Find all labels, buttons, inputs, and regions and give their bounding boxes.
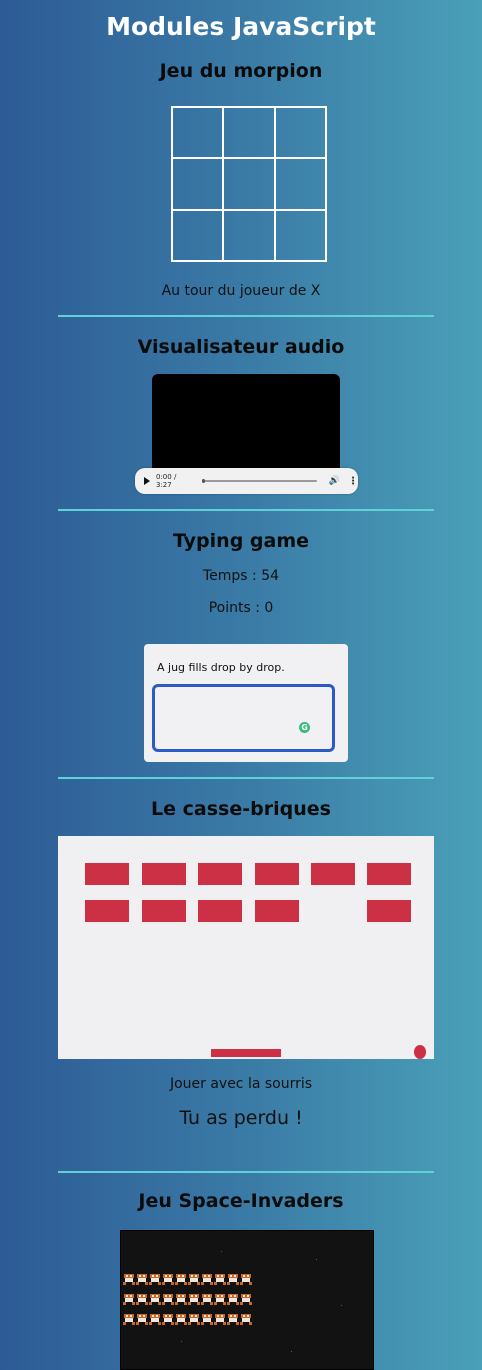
star: [341, 1305, 342, 1306]
invader-icon: [149, 1273, 161, 1285]
brick: [142, 863, 186, 885]
typing-card: A jug fills drop by drop. G: [144, 644, 348, 762]
invader-icon: [188, 1273, 200, 1285]
morpion-cell[interactable]: [273, 106, 327, 160]
morpion-cell[interactable]: [171, 157, 225, 211]
morpion-cell[interactable]: [273, 208, 327, 262]
audio-title: Visualisateur audio: [137, 336, 345, 358]
morpion-cell[interactable]: [273, 157, 327, 211]
audio-time: 0:00 / 3:27: [156, 473, 177, 489]
invader-icon: [227, 1313, 239, 1325]
morpion-cell[interactable]: [171, 106, 225, 160]
section-divider: [58, 1171, 434, 1173]
invader-icon: [162, 1313, 174, 1325]
grammarly-icon[interactable]: G: [299, 722, 310, 733]
invader-icon: [240, 1313, 252, 1325]
invader-icon: [162, 1273, 174, 1285]
typing-time: Temps : 54: [202, 568, 280, 584]
audio-visualizer-canvas: [152, 374, 340, 474]
star: [221, 1251, 222, 1252]
morpion-board: [171, 106, 327, 262]
play-icon[interactable]: [144, 477, 150, 485]
morpion-cell[interactable]: [171, 208, 225, 262]
invader-row: [123, 1293, 252, 1305]
brick: [85, 900, 129, 922]
invader-icon: [214, 1273, 226, 1285]
more-options-icon[interactable]: ⋮: [348, 476, 358, 487]
invaders-canvas[interactable]: [120, 1230, 374, 1370]
morpion-cell[interactable]: [222, 208, 276, 262]
morpion-title: Jeu du morpion: [159, 60, 323, 82]
invader-row: [123, 1273, 252, 1285]
section-divider: [58, 509, 434, 511]
invader-icon: [240, 1293, 252, 1305]
invader-icon: [188, 1313, 200, 1325]
invader-icon: [123, 1313, 135, 1325]
invader-icon: [201, 1313, 213, 1325]
section-divider: [58, 315, 434, 317]
breakout-result: Tu as perdu !: [179, 1107, 303, 1129]
star: [181, 1341, 182, 1342]
invader-icon: [123, 1293, 135, 1305]
invaders-title: Jeu Space-Invaders: [138, 1190, 344, 1212]
brick: [142, 900, 186, 922]
brick: [198, 863, 242, 885]
invader-icon: [214, 1293, 226, 1305]
invader-icon: [149, 1313, 161, 1325]
morpion-status: Au tour du joueur de X: [161, 283, 321, 299]
star: [316, 1259, 317, 1260]
invader-icon: [136, 1273, 148, 1285]
invader-icon: [175, 1313, 187, 1325]
invader-icon: [136, 1293, 148, 1305]
invader-icon: [227, 1273, 239, 1285]
typing-title: Typing game: [172, 530, 310, 552]
brick: [367, 900, 411, 922]
page-title: Modules JavaScript: [106, 12, 376, 41]
audio-player[interactable]: 0:00 / 3:27 🔊 ⋮: [135, 468, 358, 494]
invader-icon: [149, 1293, 161, 1305]
typing-sentence: A jug fills drop by drop.: [157, 661, 285, 674]
audio-progress-slider[interactable]: [202, 479, 317, 483]
invader-icon: [123, 1273, 135, 1285]
breakout-ball: [414, 1045, 426, 1059]
invader-icon: [201, 1293, 213, 1305]
typing-points: Points : 0: [208, 600, 274, 616]
brick: [311, 863, 355, 885]
brick: [255, 863, 299, 885]
morpion-cell[interactable]: [222, 157, 276, 211]
brick: [85, 863, 129, 885]
typing-input[interactable]: G: [152, 684, 335, 752]
breakout-paddle: [211, 1049, 281, 1057]
invader-icon: [175, 1293, 187, 1305]
breakout-instruction: Jouer avec la sourris: [169, 1076, 313, 1092]
brick: [255, 900, 299, 922]
invader-icon: [136, 1313, 148, 1325]
brick: [198, 900, 242, 922]
invader-icon: [188, 1293, 200, 1305]
invader-icon: [240, 1273, 252, 1285]
invader-icon: [201, 1273, 213, 1285]
breakout-title: Le casse-briques: [151, 798, 331, 820]
invader-icon: [227, 1293, 239, 1305]
brick: [367, 863, 411, 885]
breakout-canvas[interactable]: [58, 836, 434, 1059]
invader-icon: [162, 1293, 174, 1305]
star: [291, 1351, 292, 1352]
morpion-cell[interactable]: [222, 106, 276, 160]
section-divider: [58, 777, 434, 779]
invader-row: [123, 1313, 252, 1325]
invader-icon: [214, 1313, 226, 1325]
volume-icon[interactable]: 🔊: [329, 476, 340, 486]
invader-icon: [175, 1273, 187, 1285]
